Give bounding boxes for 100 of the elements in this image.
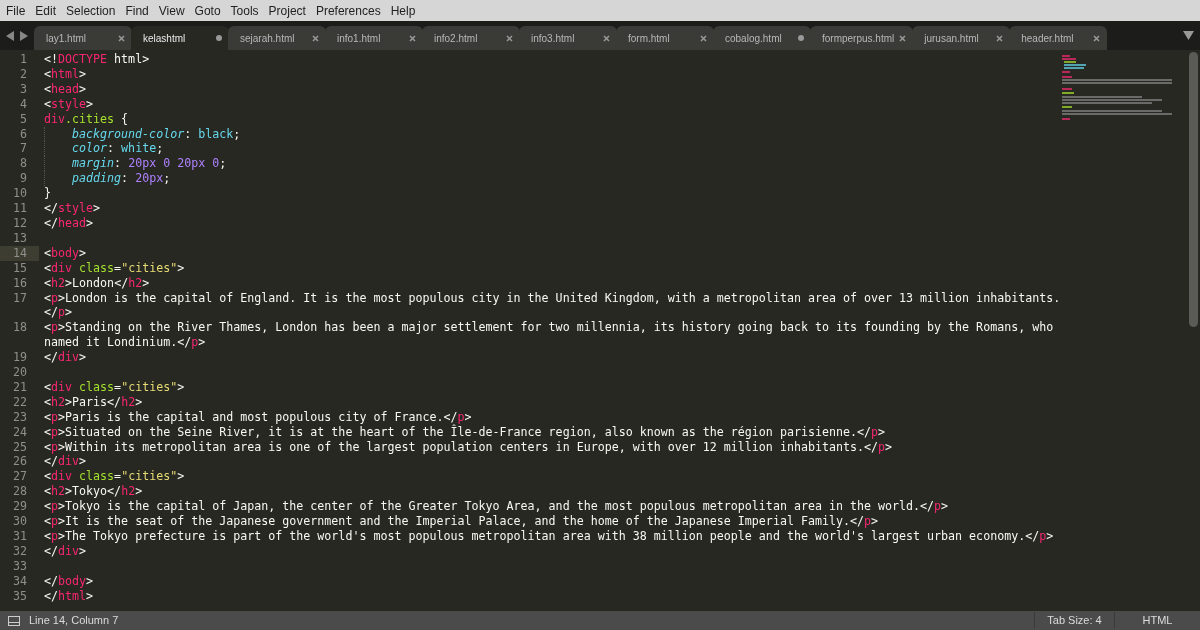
tab-label: info1.html — [337, 31, 381, 46]
code-line: </p> — [44, 305, 73, 321]
code-line: named it Londinium.</p> — [44, 335, 206, 351]
code-line: <p>Situated on the Seine River, it is at the heart of the Île-de-France region, also known as the région parisienne.</p> — [44, 424, 886, 440]
line-number: 26 — [11, 454, 28, 470]
tab[interactable]: info1.html — [325, 26, 423, 50]
code-line: </body> — [44, 573, 94, 589]
line-number: 9 — [19, 171, 28, 187]
line-number: 3 — [19, 81, 28, 97]
menu-item[interactable]: Edit — [30, 1, 62, 20]
tab[interactable]: info2.html — [422, 26, 520, 50]
code-line: <p>It is the seat of the Japanese government and the Imperial Palace, and the home of the Japanese Imperial Family.</p> — [44, 514, 879, 529]
code-line: padding: 20px; — [44, 171, 171, 187]
line-number: 34 — [11, 573, 28, 589]
tab[interactable]: form.html — [616, 26, 714, 50]
line-number: 23 — [11, 409, 28, 425]
left-arrow-icon[interactable] — [6, 30, 15, 41]
tab-size-button[interactable]: Tab Size: 4 — [1034, 612, 1114, 629]
tab-label: cobalog.html — [725, 31, 782, 46]
code-line: margin: 20px 0 20px 0; — [44, 156, 227, 172]
close-icon[interactable] — [700, 34, 707, 42]
menu-item[interactable]: Selection — [61, 1, 121, 20]
code-line: <p>Within its metropolitan area is one of the largest population centers in Europe, with over 12 million inhabitants.</p> — [44, 439, 893, 455]
menu-item[interactable]: File — [1, 1, 31, 20]
close-icon[interactable] — [312, 34, 319, 42]
close-icon[interactable] — [409, 34, 416, 42]
line-number: 14 — [0, 245, 39, 261]
menu-item[interactable]: Goto — [189, 1, 226, 20]
code-line: <div class="cities"> — [44, 379, 185, 395]
close-icon[interactable] — [506, 34, 513, 42]
syntax-button[interactable]: HTML — [1114, 612, 1200, 629]
close-icon[interactable] — [899, 34, 907, 42]
line-number: 31 — [11, 528, 28, 544]
code-line: <div class="cities"> — [44, 260, 185, 276]
tab[interactable]: info3.html — [519, 26, 617, 50]
line-number: 12 — [11, 215, 28, 231]
line-number: 30 — [11, 514, 28, 529]
code-line: <p>Standing on the River Thames, London has been a major settlement for two millennia, its history going back to its founding by the Romans, who — [44, 320, 1054, 336]
code-line: <html> — [44, 66, 87, 82]
menu-item[interactable]: Preferences — [310, 1, 386, 20]
code-line: <p>Tokyo is the capital of Japan, the center of the Greater Tokyo Area, and the most populous metropolitan area in the world.</p> — [44, 499, 949, 514]
tab[interactable]: header.html — [1009, 26, 1108, 50]
tab-label: sejarah.html — [240, 31, 295, 46]
code-line: } — [44, 186, 51, 202]
menu-item[interactable]: Help — [385, 1, 421, 20]
close-icon[interactable] — [603, 34, 610, 42]
code-line: <style> — [44, 96, 94, 112]
line-number: 16 — [11, 275, 28, 291]
line-number: 22 — [11, 394, 28, 410]
tab-label: formperpus.html — [822, 31, 895, 46]
code-line: <p>The Tokyo prefecture is part of the world's most populous metropolitan area with 38 million people and the world's largest urban economy.</p> — [44, 528, 1054, 544]
line-number: 5 — [19, 111, 28, 127]
line-number: 35 — [11, 588, 28, 604]
menu-item[interactable]: View — [153, 1, 190, 20]
line-number: 17 — [11, 290, 28, 307]
line-number: 4 — [19, 96, 28, 112]
code-line: <div class="cities"> — [44, 469, 185, 485]
line-number: 21 — [11, 379, 28, 395]
code-line: </div> — [44, 543, 87, 559]
code-line: </html> — [44, 588, 94, 604]
tab-label: lay1.html — [46, 31, 86, 46]
menu-item[interactable]: Tools — [225, 1, 264, 20]
menu-item[interactable]: Find — [120, 1, 154, 20]
tab[interactable]: lay1.html — [34, 26, 132, 50]
line-number: 1 — [19, 52, 28, 67]
tab-label: info3.html — [531, 31, 575, 46]
code-line: <h2>Paris</h2> — [44, 394, 143, 410]
line-number: 18 — [11, 320, 28, 337]
line-number: 25 — [11, 439, 28, 455]
scrollbar-thumb[interactable] — [1188, 52, 1198, 327]
dropdown-icon[interactable] — [1183, 31, 1194, 40]
line-number: 32 — [11, 543, 28, 559]
code-line: <h2>Tokyo</h2> — [44, 484, 143, 500]
line-number: 8 — [19, 156, 28, 172]
tab[interactable]: kelashtml — [131, 26, 229, 50]
tab[interactable]: jurusan.html — [912, 26, 1011, 50]
tab[interactable]: cobalog.html — [713, 26, 811, 50]
right-arrow-icon[interactable] — [19, 30, 28, 41]
code-line: </div> — [44, 350, 87, 365]
code-line: <body> — [44, 245, 87, 261]
code-line: <!DOCTYPE html> — [44, 52, 150, 67]
line-number: 33 — [11, 558, 28, 574]
code-line: color: white; — [44, 141, 164, 157]
tab[interactable]: sejarah.html — [228, 26, 326, 50]
code-line: </div> — [44, 454, 87, 470]
line-number: 29 — [11, 499, 28, 515]
line-number: 11 — [11, 201, 28, 216]
line-number: 24 — [11, 424, 28, 440]
close-icon[interactable] — [118, 34, 125, 42]
tab-label: form.html — [628, 31, 670, 46]
close-icon[interactable] — [996, 34, 1004, 42]
menu-item[interactable]: Project — [263, 1, 311, 20]
cursor-position: Line 14, Column 7 — [29, 613, 119, 629]
line-number: 13 — [11, 230, 28, 246]
panel-icon[interactable] — [8, 615, 20, 626]
close-icon[interactable] — [1093, 34, 1101, 42]
line-number: 6 — [19, 126, 28, 142]
code-line: <p>Paris is the capital and most populous city of France.</p> — [44, 409, 472, 424]
tab[interactable]: formperpus.html — [810, 26, 914, 50]
tab-label: header.html — [1021, 31, 1074, 46]
